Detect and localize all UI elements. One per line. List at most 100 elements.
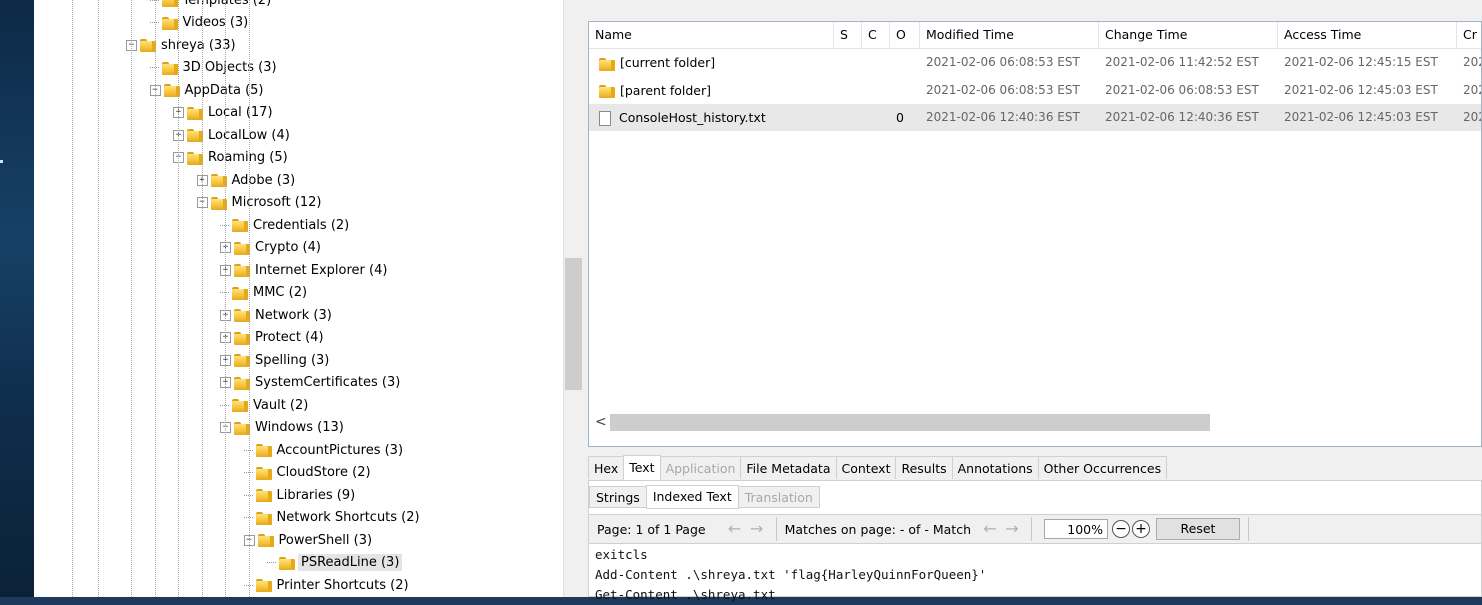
tab-annotations[interactable]: Annotations [951,456,1039,479]
tab-other-occurrences[interactable]: Other Occurrences [1037,456,1168,479]
subtab-indexed-text[interactable]: Indexed Text [645,485,739,509]
tree-guide-line [154,0,156,597]
file-modified-cell: 2021-02-06 06:08:53 EST [926,82,1080,97]
tree-guide-line [131,0,132,597]
tree-node-label: Printer Shortcuts (2) [276,577,409,593]
folder-icon [255,488,273,502]
zoom-level-input[interactable]: 100% [1044,519,1108,539]
tree-node[interactable]: Libraries (9) [243,484,356,506]
tree-node[interactable]: + Network (3) [220,304,332,326]
file-row[interactable]: [parent folder] 2021-02-06 06:08:53 EST 20… [589,77,1481,104]
tree-node[interactable]: MMC (2) [220,282,307,304]
page-indicator: Page: 1 of 1 Page [597,521,706,537]
column-header[interactable]: C [862,22,890,48]
tree-node[interactable]: + Adobe (3) [196,169,296,191]
column-header[interactable]: Name [589,22,834,48]
column-header[interactable]: Access Time [1278,22,1457,48]
tab-context[interactable]: Context [835,456,897,479]
folder-icon [232,398,249,412]
file-name: [current folder] [620,55,716,70]
tree-node[interactable]: PSReadLine (3) [267,552,403,574]
file-modified-cell: 2021-02-06 12:40:36 EST [926,110,1080,124]
file-list[interactable]: Name S C O Modified Time Change Time Access Ti… [588,21,1482,447]
zoom-out-icon[interactable]: − [1112,520,1130,538]
file-accessed-cell: 2021-02-06 12:45:15 EST [1284,55,1438,69]
tree-node[interactable]: + Crypto (4) [220,237,321,259]
right-panel: Name S C O Modified Time Change Time Access Ti… [588,0,1482,602]
viewer-toolbar: Page: 1 of 1 Page ← → Matches on page: -… [589,514,1481,544]
tree-scroll-thumb[interactable] [565,258,582,390]
column-header[interactable]: Modified Time [920,22,1099,48]
extracted-text[interactable]: exitcls Add-Content .\shreya.txt 'flag{Ha… [595,545,986,605]
subtab-strings[interactable]: Strings [589,486,647,508]
next-page-button[interactable]: → [746,518,768,540]
tree-node[interactable]: Vault (2) [220,394,308,416]
prev-match-button[interactable]: ← [979,518,1001,540]
file-icon [599,111,611,126]
file-created-cell: 202 [1463,55,1481,69]
file-name: ConsoleHost_history.txt [619,110,766,125]
file-name-cell: [parent folder] [589,77,834,104]
tree-guide-line [201,0,203,597]
folder-icon [255,578,273,592]
file-modified-cell: 2021-02-06 06:08:53 EST [926,55,1080,69]
h-scroll-thumb[interactable] [610,414,1210,431]
tree-node[interactable]: − Microsoft (12) [196,192,321,214]
text-line: Add-Content .\shreya.txt 'flag{HarleyQui… [595,567,987,582]
tree-node[interactable]: AccountPictures (3) [243,439,403,461]
next-match-button[interactable]: → [1001,518,1023,540]
column-header[interactable]: Change Time [1099,22,1278,48]
tab-application: Application [659,456,742,479]
file-list-horizontal-scrollbar[interactable]: < [589,411,1481,433]
tree-node-label: Libraries (9) [276,487,356,503]
tree-node[interactable]: − PowerShell (3) [243,529,372,551]
tree-node[interactable]: + LocalLow (4) [173,124,290,146]
file-row[interactable]: ConsoleHost_history.txt 0 2021-02-06 12:40… [589,104,1481,131]
tree-node[interactable]: Printer Shortcuts (2) [243,574,409,596]
tree-node[interactable]: Templates (2) [149,0,272,11]
tree-node[interactable]: Network Shortcuts (2) [243,507,420,529]
folder-tree[interactable]: Templates (2) Videos (3) − shreya (33) 3D Ob… [34,0,563,597]
file-created-cell: 202 [1463,82,1481,97]
folder-icon [255,443,273,457]
tree-node-label: Videos (3) [182,15,249,30]
column-header[interactable]: O [890,22,920,48]
tree-node[interactable]: Videos (3) [149,12,249,34]
tree-node[interactable]: Credentials (2) [220,214,349,236]
folder-icon [279,556,296,570]
scroll-left-button[interactable]: < [595,411,607,433]
tree-node[interactable]: + Protect (4) [220,327,324,349]
tree-node[interactable]: + Spelling (3) [220,349,329,371]
tab-text[interactable]: Text [623,455,661,480]
folder-icon [232,218,249,232]
reset-zoom-button[interactable]: Reset [1156,518,1240,540]
tree-node[interactable]: − Roaming (5) [173,147,288,169]
file-row[interactable]: [current folder] 2021-02-06 06:08:53 EST 2… [589,49,1481,76]
tab-results[interactable]: Results [895,456,953,479]
tree-node-label: Templates (2) [182,0,272,8]
tree-node[interactable]: − shreya (33) [126,34,236,56]
tree-node[interactable]: + Internet Explorer (4) [220,259,387,281]
text-line: Get-Content .\shreya.txt [595,587,776,602]
tree-node[interactable]: 3D Objects (3) [149,57,277,79]
tab-hex[interactable]: Hex [588,456,625,479]
file-changed-cell: 2021-02-06 12:40:36 EST [1105,110,1259,124]
tree-guide-line [178,0,179,597]
tree-vertical-scrollbar[interactable] [563,0,583,597]
tree-node-label: Adobe (3) [231,172,296,188]
viewer-tabs: Hex Text Application File Metadata Context Re… [588,455,1482,480]
zoom-in-icon[interactable]: + [1132,520,1150,538]
tree-node[interactable]: + Local (17) [173,102,273,124]
tab-file-metadata[interactable]: File Metadata [740,456,837,479]
tree-node[interactable]: − AppData (5) [149,79,263,101]
column-header[interactable]: S [834,22,862,48]
prev-page-button[interactable]: ← [724,518,746,540]
tree-node[interactable]: CloudStore (2) [243,462,371,484]
file-name-cell: ConsoleHost_history.txt [589,104,834,131]
tree-node[interactable]: − Windows (13) [220,417,344,439]
tree-node[interactable]: + SystemCertificates (3) [220,372,400,394]
folder-icon [232,286,249,300]
folder-icon [257,533,275,547]
column-header[interactable]: Cr [1457,22,1481,48]
tree-guide-line [248,0,250,597]
